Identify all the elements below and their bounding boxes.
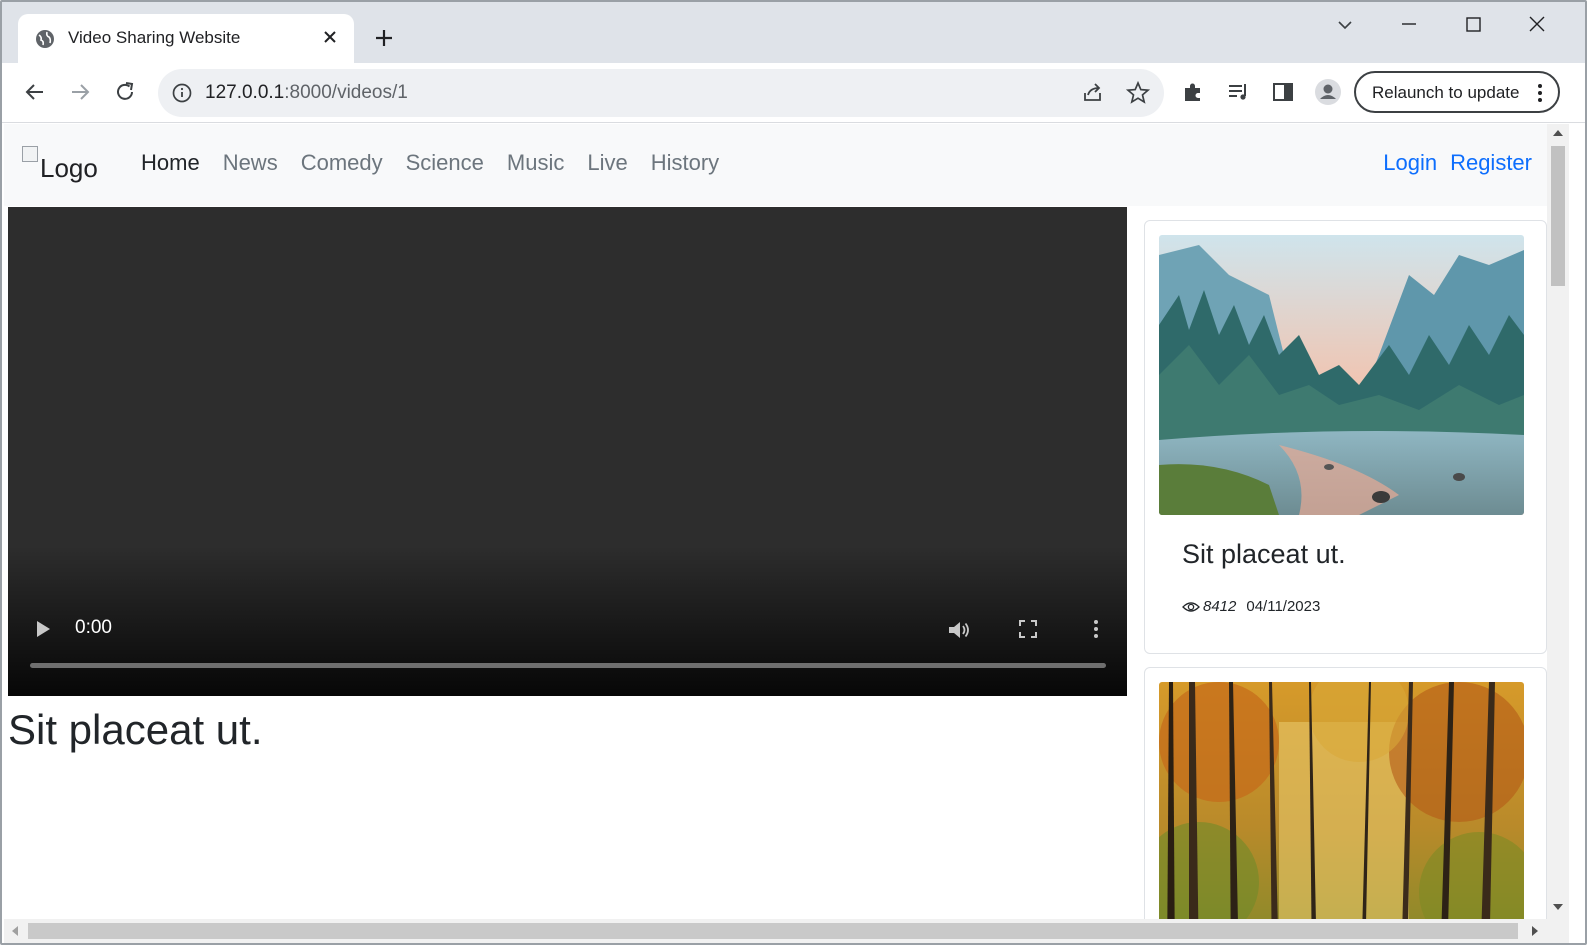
fullscreen-icon[interactable] [1016, 617, 1040, 641]
volume-icon[interactable] [946, 617, 972, 643]
auth-links: Login Register [1370, 150, 1532, 176]
scroll-up-arrow-icon[interactable] [1553, 130, 1563, 136]
logo-alt-text: Logo [40, 153, 98, 183]
player-more-options-icon[interactable] [1086, 617, 1106, 641]
register-link[interactable]: Register [1450, 150, 1532, 176]
horizontal-scroll-thumb[interactable] [28, 923, 1518, 939]
nav-link-comedy[interactable]: Comedy [301, 150, 383, 176]
scroll-down-arrow-icon[interactable] [1553, 904, 1563, 910]
nav-link-news[interactable]: News [223, 150, 278, 176]
related-video-card[interactable]: Sit placeat ut. 8412 04/11/2023 [1144, 220, 1547, 654]
video-title: Sit placeat ut. [8, 706, 263, 753]
eye-icon [1182, 601, 1200, 612]
site-navbar: Logo Home News Comedy Science Music Live… [4, 124, 1547, 206]
video-player[interactable]: 0:00 [8, 207, 1127, 696]
nav-link-music[interactable]: Music [507, 150, 564, 176]
close-window-icon[interactable] [1524, 12, 1550, 38]
scroll-right-arrow-icon[interactable] [1532, 926, 1538, 936]
minimize-icon[interactable] [1396, 12, 1422, 38]
vertical-scroll-thumb[interactable] [1551, 146, 1565, 286]
globe-icon [36, 30, 54, 48]
media-queue-icon[interactable] [1225, 79, 1251, 105]
forward-arrow-icon[interactable] [67, 79, 93, 105]
close-tab-icon[interactable] [320, 27, 340, 47]
browser-toolbar: 127.0.0.1:8000/videos/1 Relaunch to upda… [2, 63, 1585, 123]
page-viewport: Logo Home News Comedy Science Music Live… [4, 124, 1547, 919]
more-vertical-icon[interactable] [1530, 81, 1550, 105]
maximize-icon[interactable] [1460, 12, 1486, 38]
relaunch-to-update-button[interactable]: Relaunch to update [1354, 71, 1560, 113]
nav-link-history[interactable]: History [651, 150, 719, 176]
tab-search-chevron-icon[interactable] [1332, 12, 1358, 38]
vertical-scrollbar[interactable] [1547, 124, 1569, 919]
scroll-left-arrow-icon[interactable] [12, 926, 18, 936]
horizontal-scrollbar[interactable] [4, 919, 1569, 943]
card-title[interactable]: Sit placeat ut. [1182, 539, 1346, 570]
nav-links: Home News Comedy Science Music Live Hist… [141, 150, 742, 176]
side-panel-icon[interactable] [1270, 79, 1296, 105]
view-count: 8412 [1203, 598, 1237, 615]
nav-link-science[interactable]: Science [406, 150, 484, 176]
tab-title: Video Sharing Website [68, 28, 241, 47]
tab-strip: Video Sharing Website [2, 2, 1585, 63]
play-icon[interactable] [32, 617, 54, 641]
browser-window: Video Sharing Website 127.0.0.1:8000/vid… [0, 0, 1587, 945]
new-tab-icon[interactable] [372, 26, 396, 50]
back-arrow-icon[interactable] [22, 79, 48, 105]
video-thumbnail-mountain-river[interactable] [1159, 235, 1524, 515]
url-text: 127.0.0.1:8000/videos/1 [205, 82, 408, 103]
bookmark-star-icon[interactable] [1125, 80, 1151, 106]
share-icon[interactable] [1080, 80, 1106, 106]
reload-icon[interactable] [112, 79, 138, 105]
site-logo[interactable]: Logo [22, 144, 98, 184]
site-info-icon[interactable] [170, 81, 194, 105]
nav-link-home[interactable]: Home [141, 150, 200, 176]
player-progress-bar[interactable] [30, 663, 1106, 668]
nav-link-live[interactable]: Live [587, 150, 627, 176]
upload-date: 04/11/2023 [1246, 598, 1321, 615]
profile-avatar-icon[interactable] [1314, 78, 1342, 106]
player-time: 0:00 [75, 617, 112, 638]
browser-tab[interactable]: Video Sharing Website [18, 14, 354, 63]
broken-image-icon [22, 146, 38, 162]
extensions-puzzle-icon[interactable] [1180, 79, 1206, 105]
login-link[interactable]: Login [1383, 150, 1437, 176]
card-meta: 8412 04/11/2023 [1182, 598, 1320, 615]
related-video-card[interactable] [1144, 667, 1547, 919]
address-bar[interactable]: 127.0.0.1:8000/videos/1 [158, 69, 1164, 117]
video-thumbnail-autumn-forest[interactable] [1159, 682, 1524, 919]
